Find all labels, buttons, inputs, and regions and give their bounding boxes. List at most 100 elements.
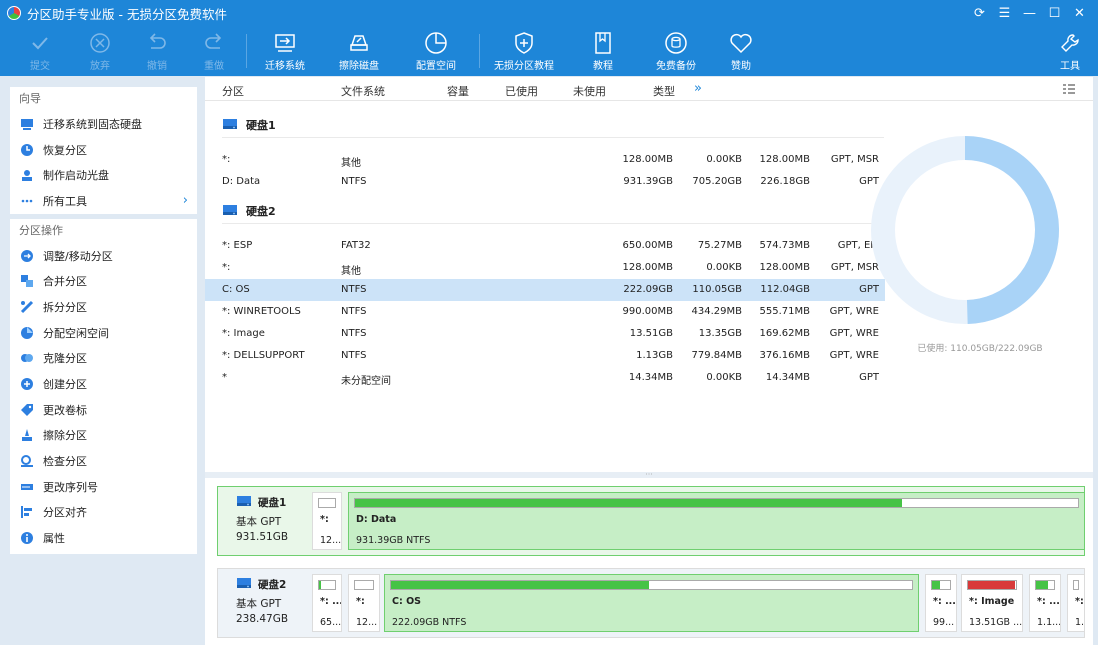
minimize-icon[interactable]: — [1017, 6, 1042, 21]
table-row[interactable]: *: 其他 128.00MB 0.00KB 128.00MB GPT, MSR [205, 257, 885, 279]
col-partition[interactable]: 分区 [222, 83, 244, 99]
sidebar-item-wipe[interactable]: 擦除分区 [10, 423, 197, 449]
allocate-icon [20, 326, 34, 340]
app-logo-icon [7, 6, 21, 20]
partition-block[interactable]: *: ... 65... [312, 574, 342, 632]
sidebar-item-create[interactable]: 创建分区 [10, 371, 197, 397]
sidebar-item-label: 擦除分区 [43, 429, 87, 443]
free-backup-button[interactable]: 免费备份 [653, 30, 699, 74]
sidebar-item-check[interactable]: 检查分区 [10, 448, 197, 474]
sidebar-item-resize[interactable]: 调整/移动分区 [10, 243, 197, 269]
partition-usage-fill [968, 581, 1016, 589]
usage-caption: 已使用: 110.05GB/222.09GB [917, 344, 1043, 354]
partition-info: 12... [320, 535, 342, 546]
cell-type: GPT, WRE [829, 350, 879, 361]
sidebar-item-label: 恢复分区 [43, 143, 87, 157]
cell-free: 128.00MB [759, 262, 810, 273]
cell-capacity: 13.51GB [629, 328, 673, 339]
disk-info[interactable]: 硬盘1 基本 GPT 931.51GB [218, 487, 305, 555]
allocate-space-button[interactable]: 配置空间 [413, 30, 459, 74]
backup-icon [653, 30, 699, 56]
cell-free: 112.04GB [760, 284, 810, 295]
redo-button[interactable]: 重做 [199, 30, 229, 74]
pie-chart-icon [413, 30, 459, 56]
table-row[interactable]: * 未分配空间 14.34MB 0.00KB 14.34MB GPT [205, 367, 885, 389]
undo-button[interactable]: 撤销 [142, 30, 172, 74]
migrate-icon [262, 30, 308, 56]
partition-usage-fill [932, 581, 940, 589]
partition-block[interactable]: *: Image 13.51GB ... [961, 574, 1023, 632]
partition-usage-bar [354, 498, 1079, 508]
menu-icon[interactable]: ☰ [992, 6, 1017, 21]
col-type[interactable]: 类型 [653, 83, 675, 99]
col-free[interactable]: 未使用 [573, 83, 606, 99]
partition-block[interactable]: *: 1. [1067, 574, 1085, 632]
col-capacity[interactable]: 容量 [447, 83, 469, 99]
sidebar-item-more[interactable]: 所有工具 › [10, 188, 197, 214]
sidebar-item-align[interactable]: 分区对齐 [10, 500, 197, 526]
serial-icon [20, 480, 34, 494]
more-columns-icon[interactable]: » [694, 81, 702, 96]
tutorial-button[interactable]: 教程 [588, 30, 618, 74]
commit-button[interactable]: 提交 [25, 30, 55, 74]
table-row[interactable]: *: Image NTFS 13.51GB 13.35GB 169.62MB GPT, W… [205, 323, 885, 345]
partition-info: 13.51GB ... [969, 617, 1023, 628]
partition-block[interactable]: C: OS 222.09GB NTFS [384, 574, 919, 632]
disk-map-panel: 硬盘1 基本 GPT 931.51GB *: 12... D: Data 931.39GB … [205, 478, 1093, 645]
disk-info[interactable]: 硬盘2 基本 GPT 238.47GB [218, 569, 305, 637]
tools-button[interactable]: 工具 [1056, 30, 1084, 74]
col-filesystem[interactable]: 文件系统 [341, 83, 385, 99]
partition-name: *: [1075, 596, 1084, 607]
sidebar-item-allocate[interactable]: 分配空闲空间 [10, 320, 197, 346]
disk-title[interactable]: 硬盘1 [222, 117, 276, 133]
cell-filesystem: NTFS [341, 284, 367, 295]
lossless-tutorial-button[interactable]: 无损分区教程 [491, 30, 557, 74]
partition-block[interactable]: *: ... 1.1... [1029, 574, 1061, 632]
partition-usage-bar [967, 580, 1017, 590]
sidebar-item-split[interactable]: 拆分分区 [10, 294, 197, 320]
toolbar-separator [246, 34, 247, 68]
sidebar-item-merge[interactable]: 合并分区 [10, 268, 197, 294]
col-used[interactable]: 已使用 [505, 83, 538, 99]
sidebar-item-label: 调整/移动分区 [43, 249, 113, 263]
sidebar-item-migrate-ssd[interactable]: 迁移系统到固态硬盘 [10, 111, 197, 137]
migrate-os-button[interactable]: 迁移系统 [262, 30, 308, 74]
sidebar-item-label: 更改卷标 [43, 403, 87, 417]
table-row[interactable]: *: 其他 128.00MB 0.00KB 128.00MB GPT, MSR [205, 149, 885, 171]
book-icon [588, 30, 618, 56]
cell-free: 128.00MB [759, 154, 810, 165]
maximize-icon[interactable]: ☐ [1042, 6, 1067, 21]
table-row[interactable]: C: OS NTFS 222.09GB 110.05GB 112.04GB GPT [205, 279, 885, 301]
close-icon[interactable]: ✕ [1067, 6, 1092, 21]
view-toggle-icon[interactable] [1062, 82, 1076, 99]
sidebar-item-info[interactable]: 属性 [10, 525, 197, 551]
sidebar-item-serial[interactable]: 更改序列号 [10, 474, 197, 500]
disk-title[interactable]: 硬盘2 [222, 203, 276, 219]
discard-button[interactable]: 放弃 [85, 30, 115, 74]
sidebar-item-bootable-disc[interactable]: 制作启动光盘 [10, 162, 197, 188]
partition-name: C: OS [392, 596, 421, 607]
cell-filesystem: NTFS [341, 350, 367, 361]
sidebar-item-clone[interactable]: 克隆分区 [10, 346, 197, 372]
sidebar-item-label[interactable]: 更改卷标 [10, 397, 197, 423]
cell-partition: *: [222, 154, 231, 165]
partition-block[interactable]: D: Data 931.39GB NTFS [348, 492, 1085, 550]
partition-block[interactable]: *: ... 99... [925, 574, 957, 632]
partition-block[interactable]: *: 12... [348, 574, 380, 632]
shield-plus-icon [491, 30, 557, 56]
sponsor-button[interactable]: 赞助 [726, 30, 756, 74]
wipe-disk-button[interactable]: 擦除磁盘 [336, 30, 382, 74]
table-row[interactable]: D: Data NTFS 931.39GB 705.20GB 226.18GB GPT [205, 171, 885, 193]
table-row[interactable]: *: WINRETOOLS NTFS 990.00MB 434.29MB 555.71M… [205, 301, 885, 323]
refresh-icon[interactable]: ⟳ [967, 6, 992, 21]
partition-block[interactable]: *: 12... [312, 492, 342, 550]
sidebar-item-label: 更改序列号 [43, 480, 98, 494]
table-row[interactable]: *: ESP FAT32 650.00MB 75.27MB 574.73MB GPT, E… [205, 235, 885, 257]
partition-usage-bar [390, 580, 913, 590]
sidebar-item-recover[interactable]: 恢复分区 [10, 137, 197, 163]
table-row[interactable]: *: DELLSUPPORT NTFS 1.13GB 779.84MB 376.16MB… [205, 345, 885, 367]
divider [222, 223, 884, 224]
cell-used: 434.29MB [691, 306, 742, 317]
cell-free: 376.16MB [759, 350, 810, 361]
sidebar-item-label: 属性 [43, 532, 65, 546]
